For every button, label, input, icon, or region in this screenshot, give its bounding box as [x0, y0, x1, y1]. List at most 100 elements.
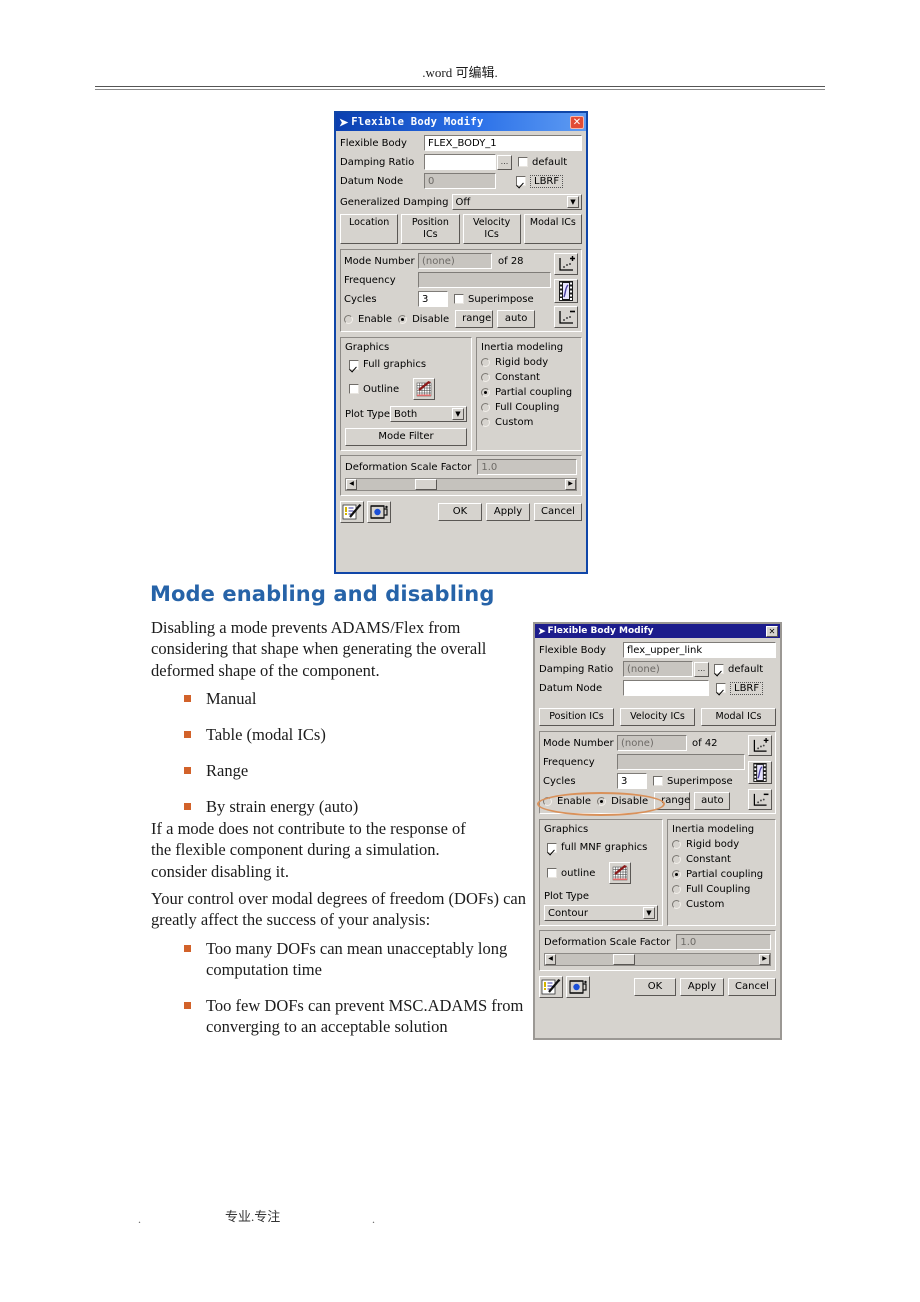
lbrf-checkbox[interactable]: LBRF [516, 174, 564, 188]
plot-type-select[interactable]: Contour ▼ [544, 905, 658, 921]
partial-coupling-radio-dot[interactable] [481, 388, 490, 397]
full-mnf-graphics-checkbox-box[interactable] [547, 842, 557, 853]
inertia-option-rigid-body[interactable]: Rigid body [481, 357, 577, 368]
flexible-body-icon[interactable] [566, 976, 590, 998]
full-coupling-radio-dot[interactable] [481, 403, 490, 412]
ok-button[interactable]: OK [438, 503, 482, 521]
contour-plot-icon[interactable] [609, 862, 632, 884]
damping-ratio-browse-button[interactable]: ... [497, 154, 512, 170]
close-icon[interactable]: ✕ [570, 115, 584, 129]
enable-radio[interactable]: Enable [344, 314, 392, 325]
scrollbar-thumb[interactable] [415, 479, 437, 490]
edit-note-icon[interactable] [340, 501, 364, 523]
scroll-left-icon[interactable]: ◀ [346, 479, 357, 490]
outline-checkbox[interactable]: outline [547, 868, 595, 879]
flexible-body-icon[interactable] [367, 501, 391, 523]
contour-plot-icon[interactable] [413, 378, 436, 400]
cancel-button[interactable]: Cancel [534, 503, 582, 521]
custom-radio-dot[interactable] [672, 900, 681, 909]
damping-ratio-input[interactable] [424, 154, 496, 170]
mode-decrement-icon[interactable] [748, 789, 772, 810]
disable-radio[interactable]: Disable [398, 314, 449, 325]
cancel-button[interactable]: Cancel [728, 978, 776, 996]
outline-checkbox-box[interactable] [547, 868, 557, 878]
scroll-right-icon[interactable]: ▶ [759, 954, 770, 965]
inertia-option-constant[interactable]: Constant [672, 854, 771, 865]
constant-radio-dot[interactable] [481, 373, 490, 382]
partial-coupling-radio-dot[interactable] [672, 870, 681, 879]
datum-node-input[interactable] [623, 680, 709, 696]
rigid-body-radio-dot[interactable] [481, 358, 490, 367]
default-checkbox[interactable]: default [714, 664, 763, 675]
mode-decrement-icon[interactable] [554, 306, 578, 328]
cycles-input[interactable]: 3 [418, 291, 448, 307]
tab-position-ics[interactable]: Position ICs [401, 214, 460, 244]
frequency-input[interactable] [418, 272, 551, 288]
full-graphics-checkbox-box[interactable] [349, 359, 359, 370]
range-button[interactable]: range [654, 792, 690, 810]
animate-film-icon[interactable] [748, 761, 772, 784]
inertia-option-full-coupling[interactable]: Full Coupling [481, 402, 577, 413]
tab-location[interactable]: Location [340, 214, 399, 244]
disable-radio[interactable]: Disable [597, 796, 648, 807]
scroll-left-icon[interactable]: ◀ [545, 954, 556, 965]
default-checkbox[interactable]: default [518, 157, 567, 168]
inertia-option-rigid-body[interactable]: Rigid body [672, 839, 771, 850]
damping-ratio-browse-button[interactable]: ... [694, 661, 709, 677]
lbrf-checkbox-box[interactable] [716, 683, 726, 693]
superimpose-checkbox[interactable]: Superimpose [653, 776, 733, 787]
apply-button[interactable]: Apply [680, 978, 724, 996]
deformation-scrollbar[interactable]: ◀ ▶ [345, 478, 577, 491]
chevron-down-icon[interactable]: ▼ [567, 196, 579, 208]
apply-button[interactable]: Apply [486, 503, 530, 521]
edit-note-icon[interactable] [539, 976, 563, 998]
inertia-option-full-coupling[interactable]: Full Coupling [672, 884, 771, 895]
disable-radio-dot[interactable] [398, 314, 408, 324]
damping-ratio-input[interactable]: (none) [623, 661, 693, 677]
superimpose-checkbox-box[interactable] [653, 776, 663, 786]
full-graphics-checkbox[interactable]: Full graphics [349, 359, 467, 370]
flexible-body-modify-dialog-1[interactable]: ➤ Flexible Body Modify ✕ Flexible Body F… [334, 111, 588, 574]
inertia-option-constant[interactable]: Constant [481, 372, 577, 383]
superimpose-checkbox-box[interactable] [454, 294, 464, 304]
tab-velocity-ics[interactable]: Velocity ICs [620, 708, 695, 726]
enable-radio[interactable]: Enable [543, 796, 591, 807]
mode-increment-icon[interactable] [748, 735, 772, 756]
plot-type-select[interactable]: Both ▼ [390, 406, 467, 422]
lbrf-checkbox[interactable]: LBRF [716, 681, 764, 695]
lbrf-checkbox-box[interactable] [516, 176, 526, 186]
inertia-option-custom[interactable]: Custom [481, 417, 577, 428]
custom-radio-dot[interactable] [481, 418, 490, 427]
flexible-body-input[interactable]: flex_upper_link [623, 642, 776, 658]
animate-film-icon[interactable] [554, 278, 578, 303]
rigid-body-radio-dot[interactable] [672, 840, 681, 849]
auto-button[interactable]: auto [497, 310, 536, 328]
mode-increment-icon[interactable] [554, 253, 578, 275]
deformation-scrollbar[interactable]: ◀ ▶ [544, 953, 771, 966]
tab-position-ics[interactable]: Position ICs [539, 708, 614, 726]
enable-radio-dot[interactable] [344, 314, 353, 324]
tab-modal-ics[interactable]: Modal ICs [701, 708, 776, 726]
generalized-damping-select[interactable]: Off ▼ [451, 194, 582, 210]
full-mnf-graphics-checkbox[interactable]: full MNF graphics [547, 842, 658, 853]
tab-velocity-ics[interactable]: Velocity ICs [462, 214, 521, 244]
mode-number-input[interactable]: (none) [418, 253, 492, 269]
mode-number-input[interactable]: (none) [617, 735, 687, 751]
default-checkbox-box[interactable] [714, 664, 724, 674]
constant-radio-dot[interactable] [672, 855, 681, 864]
full-coupling-radio-dot[interactable] [672, 885, 681, 894]
auto-button[interactable]: auto [694, 792, 731, 810]
enable-radio-dot[interactable] [543, 796, 552, 806]
inertia-option-partial-coupling[interactable]: Partial coupling [481, 387, 577, 398]
default-checkbox-box[interactable] [518, 157, 528, 167]
flexible-body-modify-dialog-2[interactable]: ➤ Flexible Body Modify ✕ Flexible Body f… [533, 622, 782, 1040]
outline-checkbox[interactable]: Outline [349, 384, 399, 395]
chevron-down-icon[interactable]: ▼ [452, 408, 464, 420]
inertia-option-custom[interactable]: Custom [672, 899, 771, 910]
deformation-scale-input[interactable]: 1.0 [676, 934, 771, 950]
deformation-scale-input[interactable]: 1.0 [477, 459, 577, 475]
scrollbar-thumb[interactable] [612, 954, 635, 965]
mode-filter-button[interactable]: Mode Filter [345, 428, 467, 446]
superimpose-checkbox[interactable]: Superimpose [454, 294, 534, 305]
ok-button[interactable]: OK [634, 978, 676, 996]
